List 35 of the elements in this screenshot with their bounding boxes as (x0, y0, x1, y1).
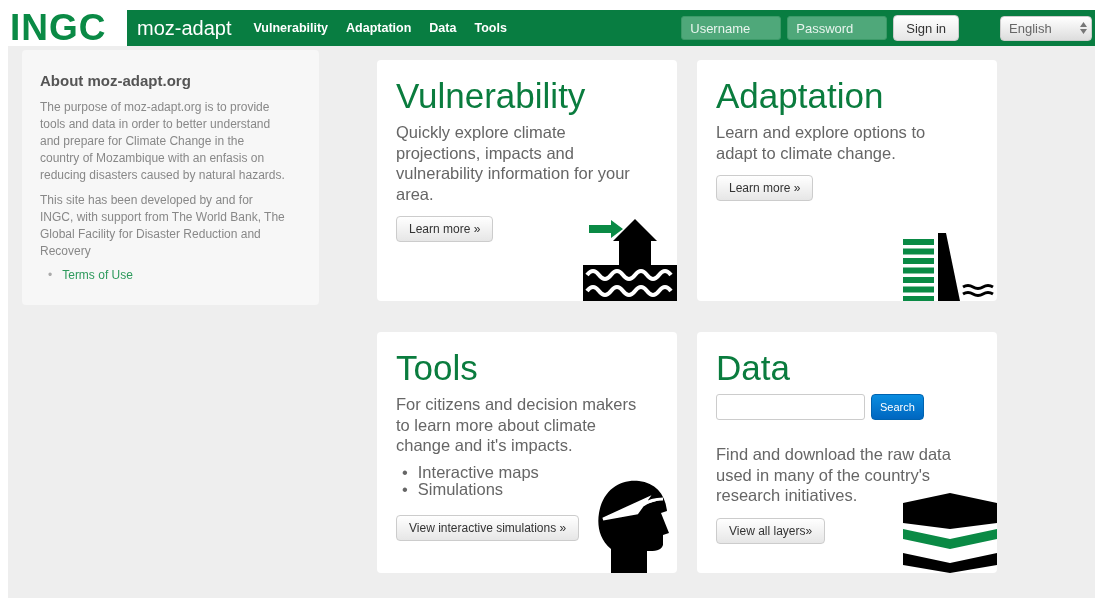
about-title: About moz-adapt.org (40, 72, 192, 89)
ingc-logo[interactable]: INGC (10, 10, 107, 46)
nav-link[interactable]: Tools (474, 21, 507, 35)
list-item: Simulations (417, 480, 504, 498)
card-description: Quickly explore climate projections, impacts and vulnerability information for your area. (396, 122, 631, 204)
card-title: Adaptation (716, 76, 885, 116)
card-button[interactable]: Learn more » (396, 216, 494, 242)
terms-link[interactable]: Terms of Use (62, 268, 133, 282)
list-item: Interactive maps (417, 462, 539, 481)
layers-icon (903, 493, 997, 573)
card-description: For citizens and decision makers to learn more about climate change and it's impacts. (396, 394, 638, 456)
card-description: Learn and explore options to adapt to climate change. (716, 122, 927, 163)
card-button[interactable]: View interactive simulations » (396, 514, 580, 541)
spinner-arrows-icon (1080, 22, 1087, 34)
about-text: This site has been developed by and for INGC, with support from The World Bank, The Global Facility for Disaster Reduction and Recovery (40, 192, 285, 260)
nav-link[interactable]: Adaptation (346, 21, 412, 35)
password-field[interactable]: Password (787, 16, 888, 40)
card-button[interactable]: Learn more » (716, 175, 814, 201)
search-button[interactable]: Search (871, 394, 924, 420)
nav-link[interactable]: Vulnerability (253, 21, 329, 35)
sign-in-button[interactable]: Sign in (893, 15, 959, 41)
brand-link[interactable]: moz-adapt (137, 16, 232, 40)
language-select[interactable]: English (1000, 15, 1092, 41)
card-button[interactable]: View all layers» (716, 517, 826, 544)
about-text: The purpose of moz-adapt.org is to provide tools and data in order to better understand and prepare for Climate Change in the country of Mozambique with an enfasis on reducing disasters caused by natural hazards. (40, 99, 285, 184)
card-title: Vulnerability (396, 76, 587, 116)
card-title: Data (716, 348, 791, 388)
card-title: Tools (396, 348, 479, 388)
bullet: • (48, 268, 53, 282)
search-field[interactable] (716, 394, 865, 420)
bullet: • (402, 480, 408, 498)
card-description: Find and download the raw data used in many of the country's research initiatives. (716, 444, 952, 506)
nav-link[interactable]: Data (429, 21, 457, 35)
username-field[interactable]: Username (681, 16, 782, 40)
bullet: • (402, 462, 408, 481)
